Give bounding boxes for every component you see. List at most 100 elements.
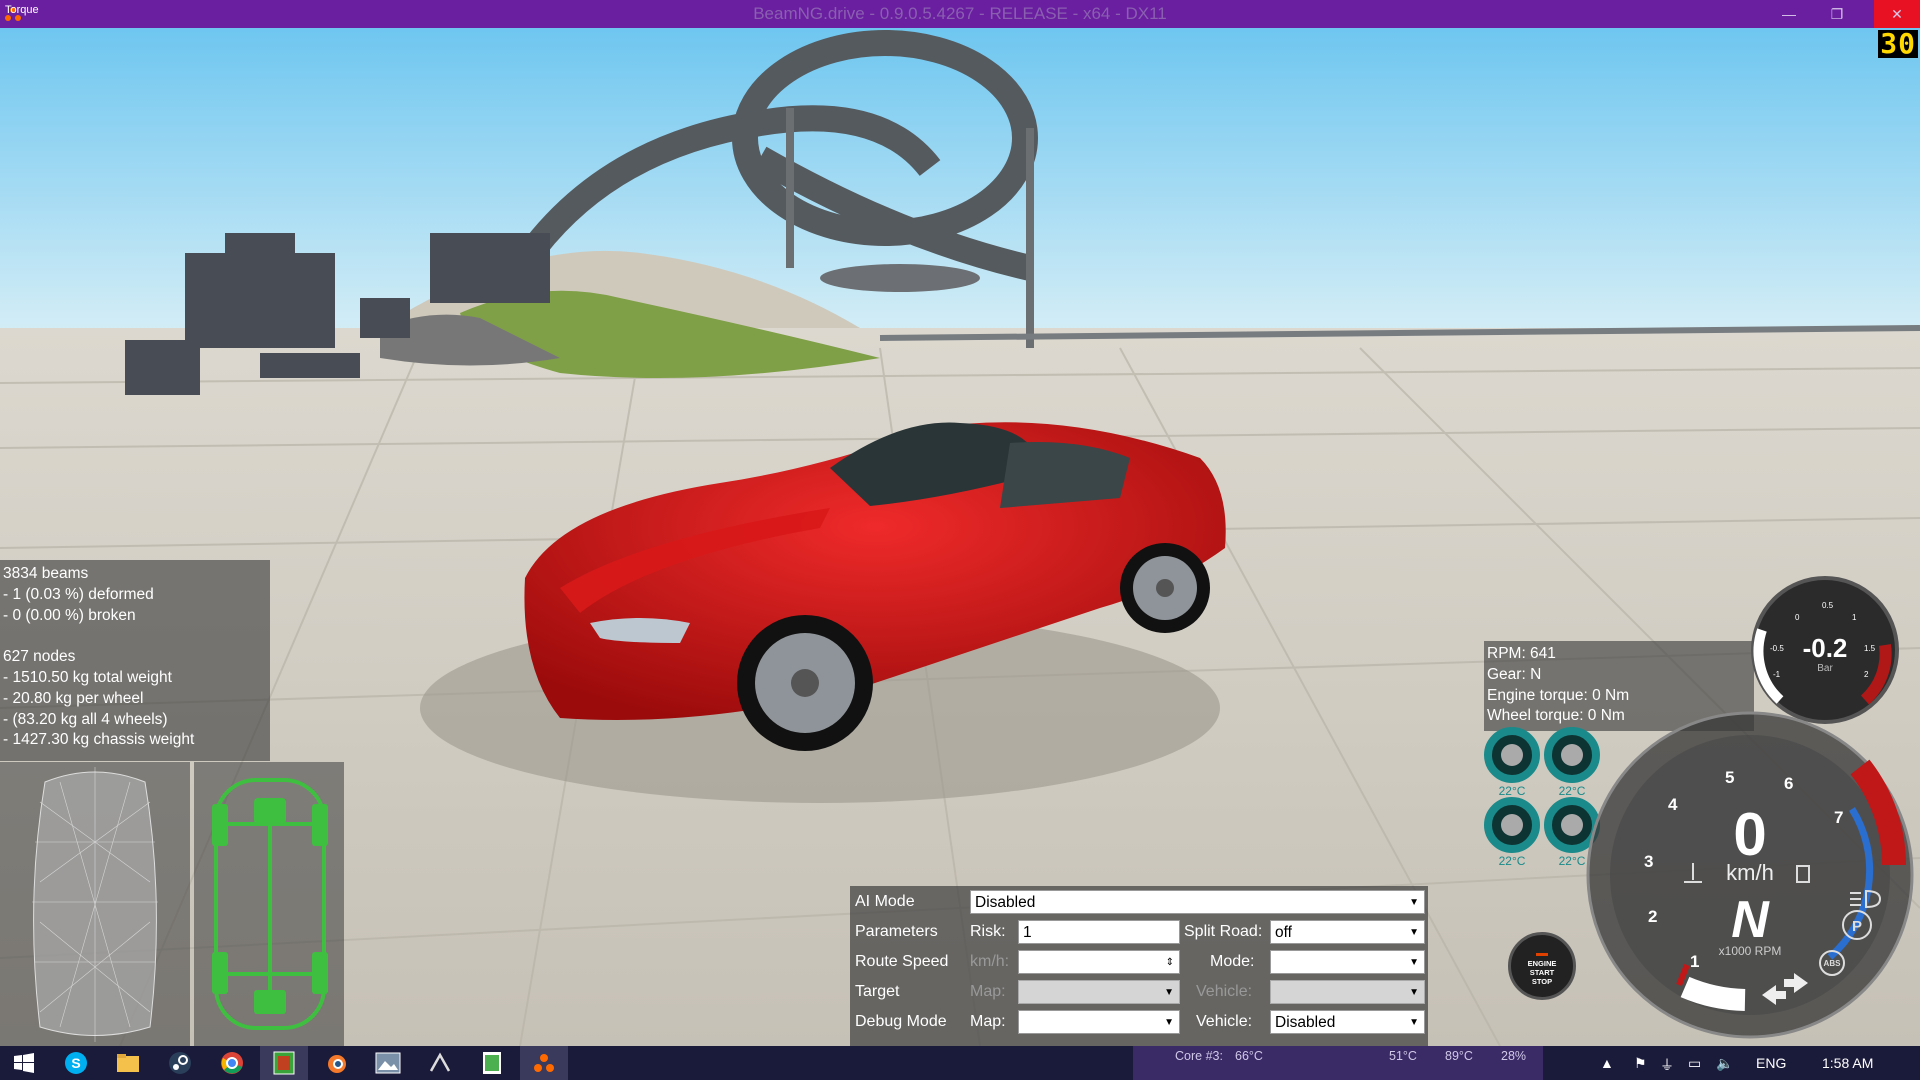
ai-mode-select[interactable]: Disabled ▼ xyxy=(970,890,1425,914)
svg-text:2: 2 xyxy=(1648,907,1657,926)
beam-stats-panel: 3834 beams - 1 (0.03 %) deformed - 0 (0.… xyxy=(0,560,270,761)
ai-mode-label: AI Mode xyxy=(855,893,915,910)
risk-label: Risk: xyxy=(970,923,1006,940)
route-speed-input[interactable]: ⇕ xyxy=(1018,950,1180,974)
folder-icon xyxy=(117,1054,139,1072)
svg-text:1: 1 xyxy=(1690,952,1699,971)
beamng-taskbar-button[interactable] xyxy=(520,1046,568,1080)
windows-start-button[interactable] xyxy=(0,1046,48,1080)
target-map-select[interactable]: ▼ xyxy=(1018,980,1180,1004)
photos-icon xyxy=(375,1052,401,1074)
usb-icon[interactable]: ⏚ xyxy=(1660,1055,1674,1075)
network-icon[interactable]: ▭ xyxy=(1688,1055,1701,1072)
svg-text:4: 4 xyxy=(1668,795,1678,814)
tray-overflow-icon[interactable]: ▲ xyxy=(1600,1055,1614,1071)
risk-input[interactable]: 1 xyxy=(1018,920,1180,944)
track-platform xyxy=(820,264,980,292)
route-speed-label: Route Speed xyxy=(855,953,949,970)
spinner-icon[interactable]: ⇕ xyxy=(1166,951,1174,975)
kmh-label: km/h: xyxy=(970,953,1010,970)
beams-broken: - 0 (0.00 %) broken xyxy=(3,606,136,624)
mode-select[interactable]: ▼ xyxy=(1270,950,1425,974)
svg-text:1: 1 xyxy=(1852,613,1857,622)
svg-text:1.5: 1.5 xyxy=(1864,644,1876,653)
weight-per-wheel: - 20.80 kg per wheel xyxy=(3,689,144,707)
language-indicator[interactable]: ENG xyxy=(1756,1055,1786,1071)
svg-text:S: S xyxy=(71,1055,80,1071)
split-road-label: Split Road: xyxy=(1184,923,1263,940)
tire-rr-temp: 22°C xyxy=(1559,854,1586,868)
debug-vehicle-label: Vehicle: xyxy=(1196,1013,1253,1030)
debug-vehicle-select[interactable]: Disabled ▼ xyxy=(1270,1010,1425,1034)
svg-text:2: 2 xyxy=(1864,670,1869,679)
speedometer: 1 2 3 4 5 6 7 0 km/h N x1000 RPM P ABS xyxy=(1586,711,1914,1039)
debug-map-select[interactable]: ▼ xyxy=(1018,1010,1180,1034)
boost-unit: Bar xyxy=(1817,663,1833,674)
notepad-taskbar-button[interactable] xyxy=(468,1046,516,1080)
svg-text:7: 7 xyxy=(1834,808,1843,827)
temp-2: 51°C xyxy=(1389,1049,1417,1063)
core-label: Core #3: xyxy=(1175,1049,1223,1063)
split-road-select[interactable]: off ▼ xyxy=(1270,920,1425,944)
wheels-weight: - (83.20 kg all 4 wheels) xyxy=(3,710,168,728)
tire-fr-temp: 22°C xyxy=(1559,784,1586,798)
rpm-unit: x1000 RPM xyxy=(1719,944,1782,958)
temp-3: 89°C xyxy=(1445,1049,1473,1063)
beamng-window: BeamNG.drive - 0.9.0.5.4267 - RELEASE - … xyxy=(0,0,1920,1080)
skype-taskbar-button[interactable]: S xyxy=(52,1046,100,1080)
tire-fl-temp: 22°C xyxy=(1499,784,1526,798)
minimize-button[interactable]: — xyxy=(1766,0,1812,28)
chrome-icon xyxy=(221,1052,243,1074)
ai-control-panel: AI Mode Disabled ▼ Parameters Risk: 1 Spl… xyxy=(850,886,1428,1046)
dark-app-taskbar-button[interactable] xyxy=(416,1046,464,1080)
window-title: BeamNG.drive - 0.9.0.5.4267 - RELEASE - … xyxy=(753,4,1167,23)
core-temp: 66°C xyxy=(1235,1049,1263,1063)
tire-rl: 22°C xyxy=(1484,797,1540,868)
green-app-taskbar-button[interactable] xyxy=(260,1046,308,1080)
flag-icon[interactable]: ⚑ xyxy=(1634,1055,1647,1072)
skype-icon: S xyxy=(65,1052,87,1074)
hardware-monitor: Core #3: 66°C 51°C 89°C 28% xyxy=(1133,1046,1543,1080)
svg-text:0.5: 0.5 xyxy=(1822,601,1834,610)
close-button[interactable]: ✕ xyxy=(1874,0,1920,28)
target-label: Target xyxy=(855,983,900,1000)
target-map-label: Map: xyxy=(970,983,1006,1000)
debug-mode-label: Debug Mode xyxy=(855,1013,947,1030)
torque-label: Torque xyxy=(5,4,39,16)
svg-text:6: 6 xyxy=(1784,774,1793,793)
svg-text:-1: -1 xyxy=(1773,670,1781,679)
photos-taskbar-button[interactable] xyxy=(364,1046,412,1080)
gear-indicator: N xyxy=(1731,891,1770,949)
dropdown-arrow-icon: ▼ xyxy=(1409,897,1419,908)
file-explorer-taskbar-button[interactable] xyxy=(104,1046,152,1080)
clock[interactable]: 1:58 AM xyxy=(1822,1055,1873,1071)
beam-count: 3834 beams xyxy=(3,565,89,582)
windows-logo-icon xyxy=(14,1053,34,1073)
chrome-taskbar-button[interactable] xyxy=(208,1046,256,1080)
title-bar: BeamNG.drive - 0.9.0.5.4267 - RELEASE - … xyxy=(0,0,1920,28)
drivetrain-panel xyxy=(194,762,344,1046)
maximize-button[interactable]: ❐ xyxy=(1814,0,1860,28)
node-count: 627 nodes xyxy=(3,648,76,666)
parameters-label: Parameters xyxy=(855,923,938,940)
blender-taskbar-button[interactable] xyxy=(312,1046,360,1080)
speed-value: 0 xyxy=(1733,801,1766,868)
mode-label: Mode: xyxy=(1210,953,1255,970)
svg-text:ABS: ABS xyxy=(1824,959,1842,968)
volume-icon[interactable]: 🔈 xyxy=(1716,1055,1733,1072)
svg-text:0: 0 xyxy=(1795,613,1800,622)
target-vehicle-select[interactable]: ▼ xyxy=(1270,980,1425,1004)
fps-counter: 30 xyxy=(1878,27,1918,60)
node-mesh-panel xyxy=(0,762,190,1046)
tire-fl: 22°C xyxy=(1484,727,1540,798)
load-percent: 28% xyxy=(1501,1049,1527,1063)
engine-start-stop-button[interactable]: ENGINE START STOP xyxy=(1508,932,1576,1000)
green-app-icon xyxy=(273,1051,295,1075)
svg-text:-0.5: -0.5 xyxy=(1770,644,1784,653)
notepad-icon xyxy=(483,1052,501,1074)
blender-icon xyxy=(328,1055,346,1073)
steam-taskbar-button[interactable] xyxy=(156,1046,204,1080)
boost-value: -0.2 xyxy=(1803,633,1848,663)
dropdown-arrow-icon: ▼ xyxy=(1409,927,1419,938)
